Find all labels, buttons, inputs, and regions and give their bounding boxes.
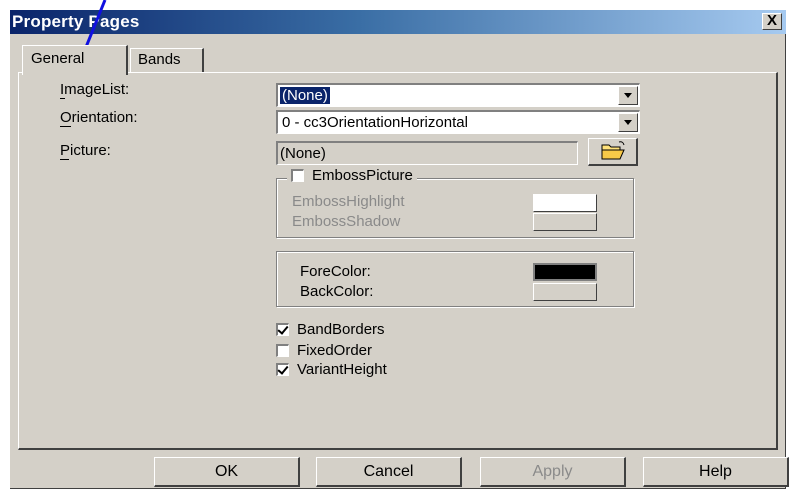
fixedorder-checkbox[interactable] xyxy=(276,344,289,357)
imagelist-label: ImageList: xyxy=(60,81,130,98)
title-bar[interactable]: Property Pages X xyxy=(10,10,786,34)
imagelist-mnemonic-underline xyxy=(60,98,65,99)
bandborders-label: BandBorders xyxy=(297,321,385,338)
emboss-shadow-swatch[interactable] xyxy=(533,213,597,231)
picture-value: (None) xyxy=(280,145,326,162)
emboss-highlight-label: EmbossHighlight xyxy=(292,193,405,210)
emboss-picture-label: EmbossPicture xyxy=(312,167,413,184)
forecolor-label: ForeColor: xyxy=(300,263,371,280)
ok-button[interactable]: OK xyxy=(154,457,300,487)
bandborders-checkbox[interactable] xyxy=(276,323,289,336)
orientation-label: Orientation: xyxy=(60,109,138,126)
emboss-picture-toggle[interactable]: EmbossPicture xyxy=(287,167,417,184)
variantheight-label: VariantHeight xyxy=(297,361,387,378)
apply-button[interactable]: Apply xyxy=(480,457,626,487)
chevron-down-icon[interactable] xyxy=(618,86,638,105)
emboss-highlight-swatch[interactable] xyxy=(533,194,597,212)
bandborders-row[interactable]: BandBorders xyxy=(276,321,385,338)
close-button[interactable]: X xyxy=(762,13,782,30)
orientation-value: 0 - cc3OrientationHorizontal xyxy=(282,114,468,131)
variantheight-row[interactable]: VariantHeight xyxy=(276,361,387,378)
help-button[interactable]: Help xyxy=(643,457,789,487)
tab-general-label: General xyxy=(31,50,85,67)
orientation-combo[interactable]: 0 - cc3OrientationHorizontal xyxy=(276,110,640,134)
emboss-picture-checkbox[interactable] xyxy=(291,169,304,182)
emboss-shadow-label: EmbossShadow xyxy=(292,213,401,230)
close-icon: X xyxy=(766,12,777,29)
picture-field[interactable]: (None) xyxy=(276,141,578,165)
fixedorder-row[interactable]: FixedOrder xyxy=(276,342,372,359)
fixedorder-label: FixedOrder xyxy=(297,342,373,359)
browse-picture-button[interactable] xyxy=(588,138,638,166)
imagelist-combo[interactable]: (None) xyxy=(276,83,640,107)
picture-label: Picture: xyxy=(60,142,111,159)
picture-mnemonic-underline xyxy=(60,159,69,160)
folder-open-icon xyxy=(601,141,625,160)
backcolor-swatch[interactable] xyxy=(533,283,597,301)
chevron-down-icon[interactable] xyxy=(618,113,638,132)
variantheight-checkbox[interactable] xyxy=(276,363,289,376)
window-title: Property Pages xyxy=(12,12,140,31)
backcolor-label: BackColor: xyxy=(300,283,374,300)
cancel-button[interactable]: Cancel xyxy=(316,457,462,487)
imagelist-value: (None) xyxy=(280,87,330,104)
tab-bands-label: Bands xyxy=(138,51,181,68)
orientation-mnemonic-underline xyxy=(60,126,71,127)
tab-bands[interactable]: Bands xyxy=(130,48,204,72)
forecolor-swatch[interactable] xyxy=(533,263,597,281)
tab-general[interactable]: General xyxy=(22,45,128,75)
